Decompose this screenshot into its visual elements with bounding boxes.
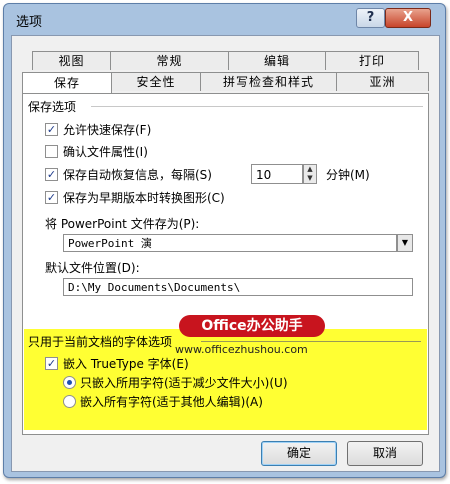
- ok-button[interactable]: 确定: [261, 441, 337, 466]
- embed-used-only-label[interactable]: 只嵌入所用字符(适于减少文件大小)(U): [80, 374, 288, 391]
- watermark-url: www.officezhushou.com: [175, 343, 308, 356]
- convert-graphics-label[interactable]: 保存为早期版本时转换图形(C): [63, 189, 225, 206]
- tab-print[interactable]: 打印: [325, 51, 419, 70]
- divider: [201, 341, 421, 342]
- embed-all-radio[interactable]: [63, 395, 76, 408]
- embed-truetype-checkbox[interactable]: ✓: [45, 357, 58, 370]
- save-tab-panel: 保存选项 ✓ 允许快速保存(F) 确认文件属性(I) ✓ 保存自动恢复信息，每隔…: [22, 93, 429, 435]
- prompt-file-props-label[interactable]: 确认文件属性(I): [63, 143, 148, 160]
- embed-used-only-radio[interactable]: [63, 376, 76, 389]
- cancel-button[interactable]: 取消: [347, 441, 423, 466]
- default-location-input[interactable]: D:\My Documents\Documents\: [63, 278, 413, 296]
- tab-view[interactable]: 视图: [32, 51, 111, 70]
- allow-fast-save-checkbox[interactable]: ✓: [45, 123, 58, 136]
- embed-truetype-label[interactable]: 嵌入 TrueType 字体(E): [63, 355, 189, 372]
- autorecover-unit: 分钟(M): [326, 168, 370, 182]
- default-location-label: 默认文件位置(D):: [45, 261, 140, 275]
- save-as-label: 将 PowerPoint 文件存为(P):: [45, 217, 200, 231]
- chevron-down-icon[interactable]: ▼: [397, 234, 413, 252]
- convert-graphics-checkbox[interactable]: ✓: [45, 191, 58, 204]
- title-bar[interactable]: 选项 ? X: [4, 4, 445, 34]
- help-button[interactable]: ?: [356, 8, 385, 28]
- autorecover-minutes-input[interactable]: 10: [251, 164, 303, 184]
- embed-all-label[interactable]: 嵌入所有字符(适于其他人编辑)(A): [80, 393, 263, 410]
- allow-fast-save-label[interactable]: 允许快速保存(F): [63, 121, 151, 138]
- autorecover-spinner[interactable]: ▲ ▼: [303, 164, 317, 184]
- tab-spelling-style[interactable]: 拼写检查和样式: [200, 72, 337, 91]
- close-button[interactable]: X: [385, 8, 431, 28]
- prompt-file-props-checkbox[interactable]: [45, 145, 58, 158]
- tab-save[interactable]: 保存: [22, 72, 112, 93]
- divider: [91, 106, 423, 107]
- font-options-title: 只用于当前文档的字体选项: [28, 335, 173, 349]
- dialog-title: 选项: [16, 15, 43, 30]
- autorecover-label[interactable]: 保存自动恢复信息，每隔(S): [63, 166, 212, 183]
- watermark-badge: Office办公助手: [179, 315, 325, 337]
- tab-edit[interactable]: 编辑: [228, 51, 326, 70]
- spin-down-icon[interactable]: ▼: [304, 174, 316, 183]
- save-as-select[interactable]: PowerPoint 演: [63, 234, 397, 252]
- tab-general[interactable]: 常规: [110, 51, 229, 70]
- autorecover-checkbox[interactable]: ✓: [45, 168, 58, 181]
- tab-security[interactable]: 安全性: [111, 72, 201, 91]
- save-options-title: 保存选项: [28, 100, 77, 114]
- dialog-client-area: 视图 常规 编辑 打印 保存 安全性 拼写检查和样式 亚洲 保存选项 ✓ 允许快…: [11, 35, 440, 472]
- spin-up-icon[interactable]: ▲: [304, 165, 316, 174]
- options-dialog: 选项 ? X 视图 常规 编辑 打印 保存 安全性 拼写检查和样式 亚洲 保存选…: [3, 3, 446, 478]
- tab-asian[interactable]: 亚洲: [336, 72, 429, 91]
